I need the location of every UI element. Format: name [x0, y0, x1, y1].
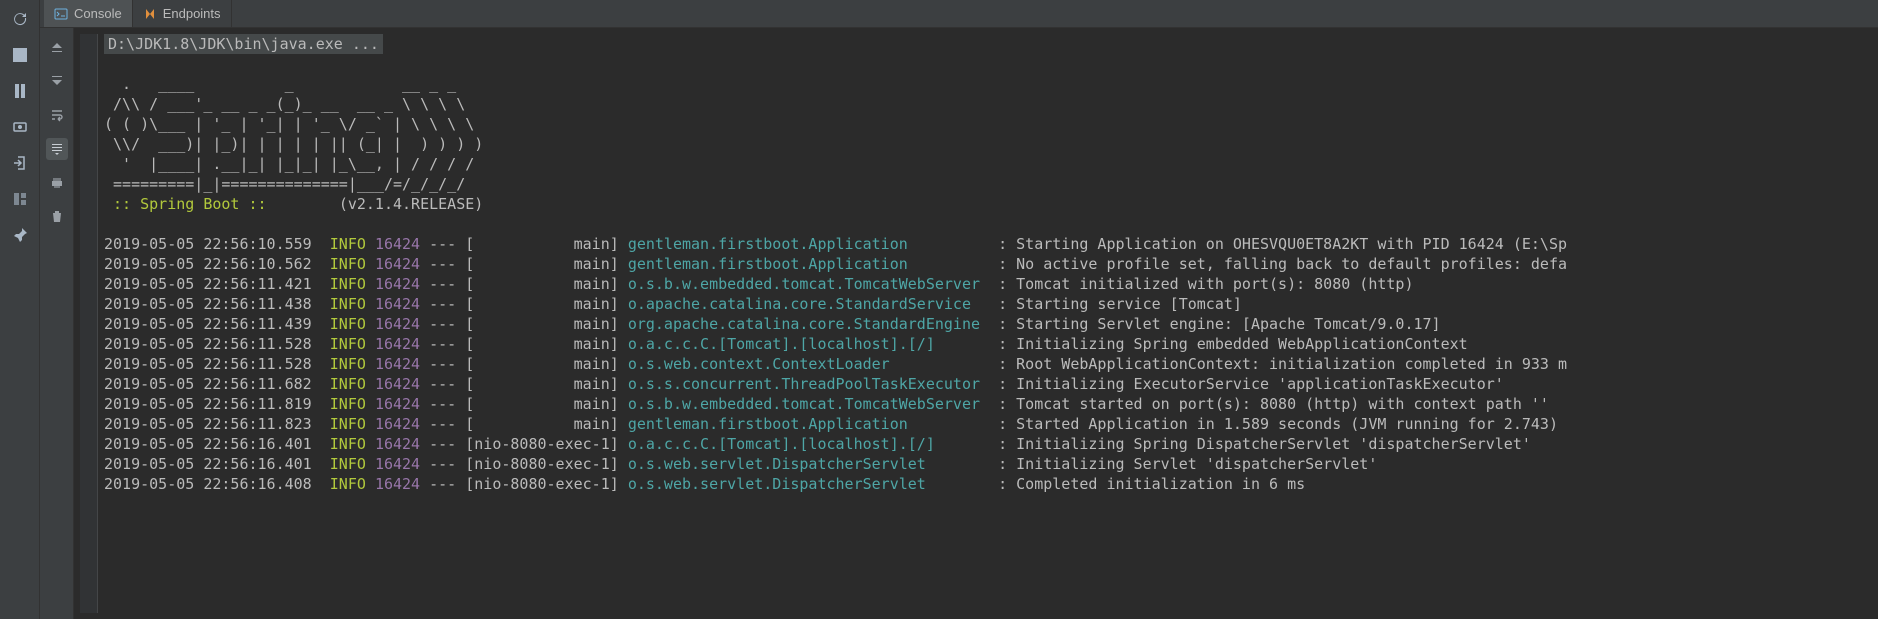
pin-button[interactable]: [7, 222, 33, 248]
exit-button[interactable]: [7, 150, 33, 176]
console-line: 2019-05-05 22:56:11.528 INFO 16424 --- […: [104, 334, 1878, 354]
run-toolbar: [0, 0, 40, 619]
console-line: 2019-05-05 22:56:11.439 INFO 16424 --- […: [104, 314, 1878, 334]
dump-threads-button[interactable]: [7, 114, 33, 140]
console-line: 2019-05-05 22:56:11.823 INFO 16424 --- […: [104, 414, 1878, 434]
command-line: D:\JDK1.8\JDK\bin\java.exe ...: [104, 34, 1878, 54]
print-icon[interactable]: [46, 172, 68, 194]
console-line: ( ( )\___ | '_ | '_| | '_ \/ _` | \ \ \ …: [104, 114, 1878, 134]
console-line: [104, 214, 1878, 234]
up-stack-icon[interactable]: [46, 36, 68, 58]
console-output[interactable]: D:\JDK1.8\JDK\bin\java.exe ... . ____ _ …: [74, 28, 1878, 619]
rerun-button[interactable]: [7, 6, 33, 32]
console-line: 2019-05-05 22:56:16.401 INFO 16424 --- […: [104, 434, 1878, 454]
console-line: 2019-05-05 22:56:10.559 INFO 16424 --- […: [104, 234, 1878, 254]
pause-button[interactable]: [7, 78, 33, 104]
layout-settings-button[interactable]: [7, 186, 33, 212]
tab-endpoints[interactable]: Endpoints: [133, 0, 232, 27]
console-line: . ____ _ __ _ _: [104, 74, 1878, 94]
console-line: 2019-05-05 22:56:10.562 INFO 16424 --- […: [104, 254, 1878, 274]
console-line: 2019-05-05 22:56:16.408 INFO 16424 --- […: [104, 474, 1878, 494]
tab-endpoints-label: Endpoints: [163, 6, 221, 21]
console-line: \\/ ___)| |_)| | | | | || (_| | ) ) ) ): [104, 134, 1878, 154]
tool-window-tabs: Console Endpoints: [40, 0, 1878, 28]
down-stack-icon[interactable]: [46, 70, 68, 92]
console-left-margin: [80, 34, 98, 613]
console-line: =========|_|==============|___/=/_/_/_/: [104, 174, 1878, 194]
tab-console[interactable]: Console: [44, 0, 133, 27]
console-line: ' |____| .__|_| |_|_| |_\__, | / / / /: [104, 154, 1878, 174]
console-line: 2019-05-05 22:56:11.438 INFO 16424 --- […: [104, 294, 1878, 314]
console-line: /\\ / ___'_ __ _ _(_)_ __ __ _ \ \ \ \: [104, 94, 1878, 114]
console-line: 2019-05-05 22:56:16.401 INFO 16424 --- […: [104, 454, 1878, 474]
soft-wrap-icon[interactable]: [46, 104, 68, 126]
clear-all-icon[interactable]: [46, 206, 68, 228]
scroll-to-end-icon[interactable]: [46, 138, 68, 160]
endpoints-icon: [143, 7, 157, 21]
stop-button[interactable]: [7, 42, 33, 68]
console-gutter: [40, 28, 74, 619]
console-line: 2019-05-05 22:56:11.528 INFO 16424 --- […: [104, 354, 1878, 374]
tab-console-label: Console: [74, 6, 122, 21]
console-line: 2019-05-05 22:56:11.421 INFO 16424 --- […: [104, 274, 1878, 294]
console-icon: [54, 7, 68, 21]
console-line: 2019-05-05 22:56:11.682 INFO 16424 --- […: [104, 374, 1878, 394]
console-line: 2019-05-05 22:56:11.819 INFO 16424 --- […: [104, 394, 1878, 414]
console-line: [104, 54, 1878, 74]
console-line: :: Spring Boot :: (v2.1.4.RELEASE): [104, 194, 1878, 214]
